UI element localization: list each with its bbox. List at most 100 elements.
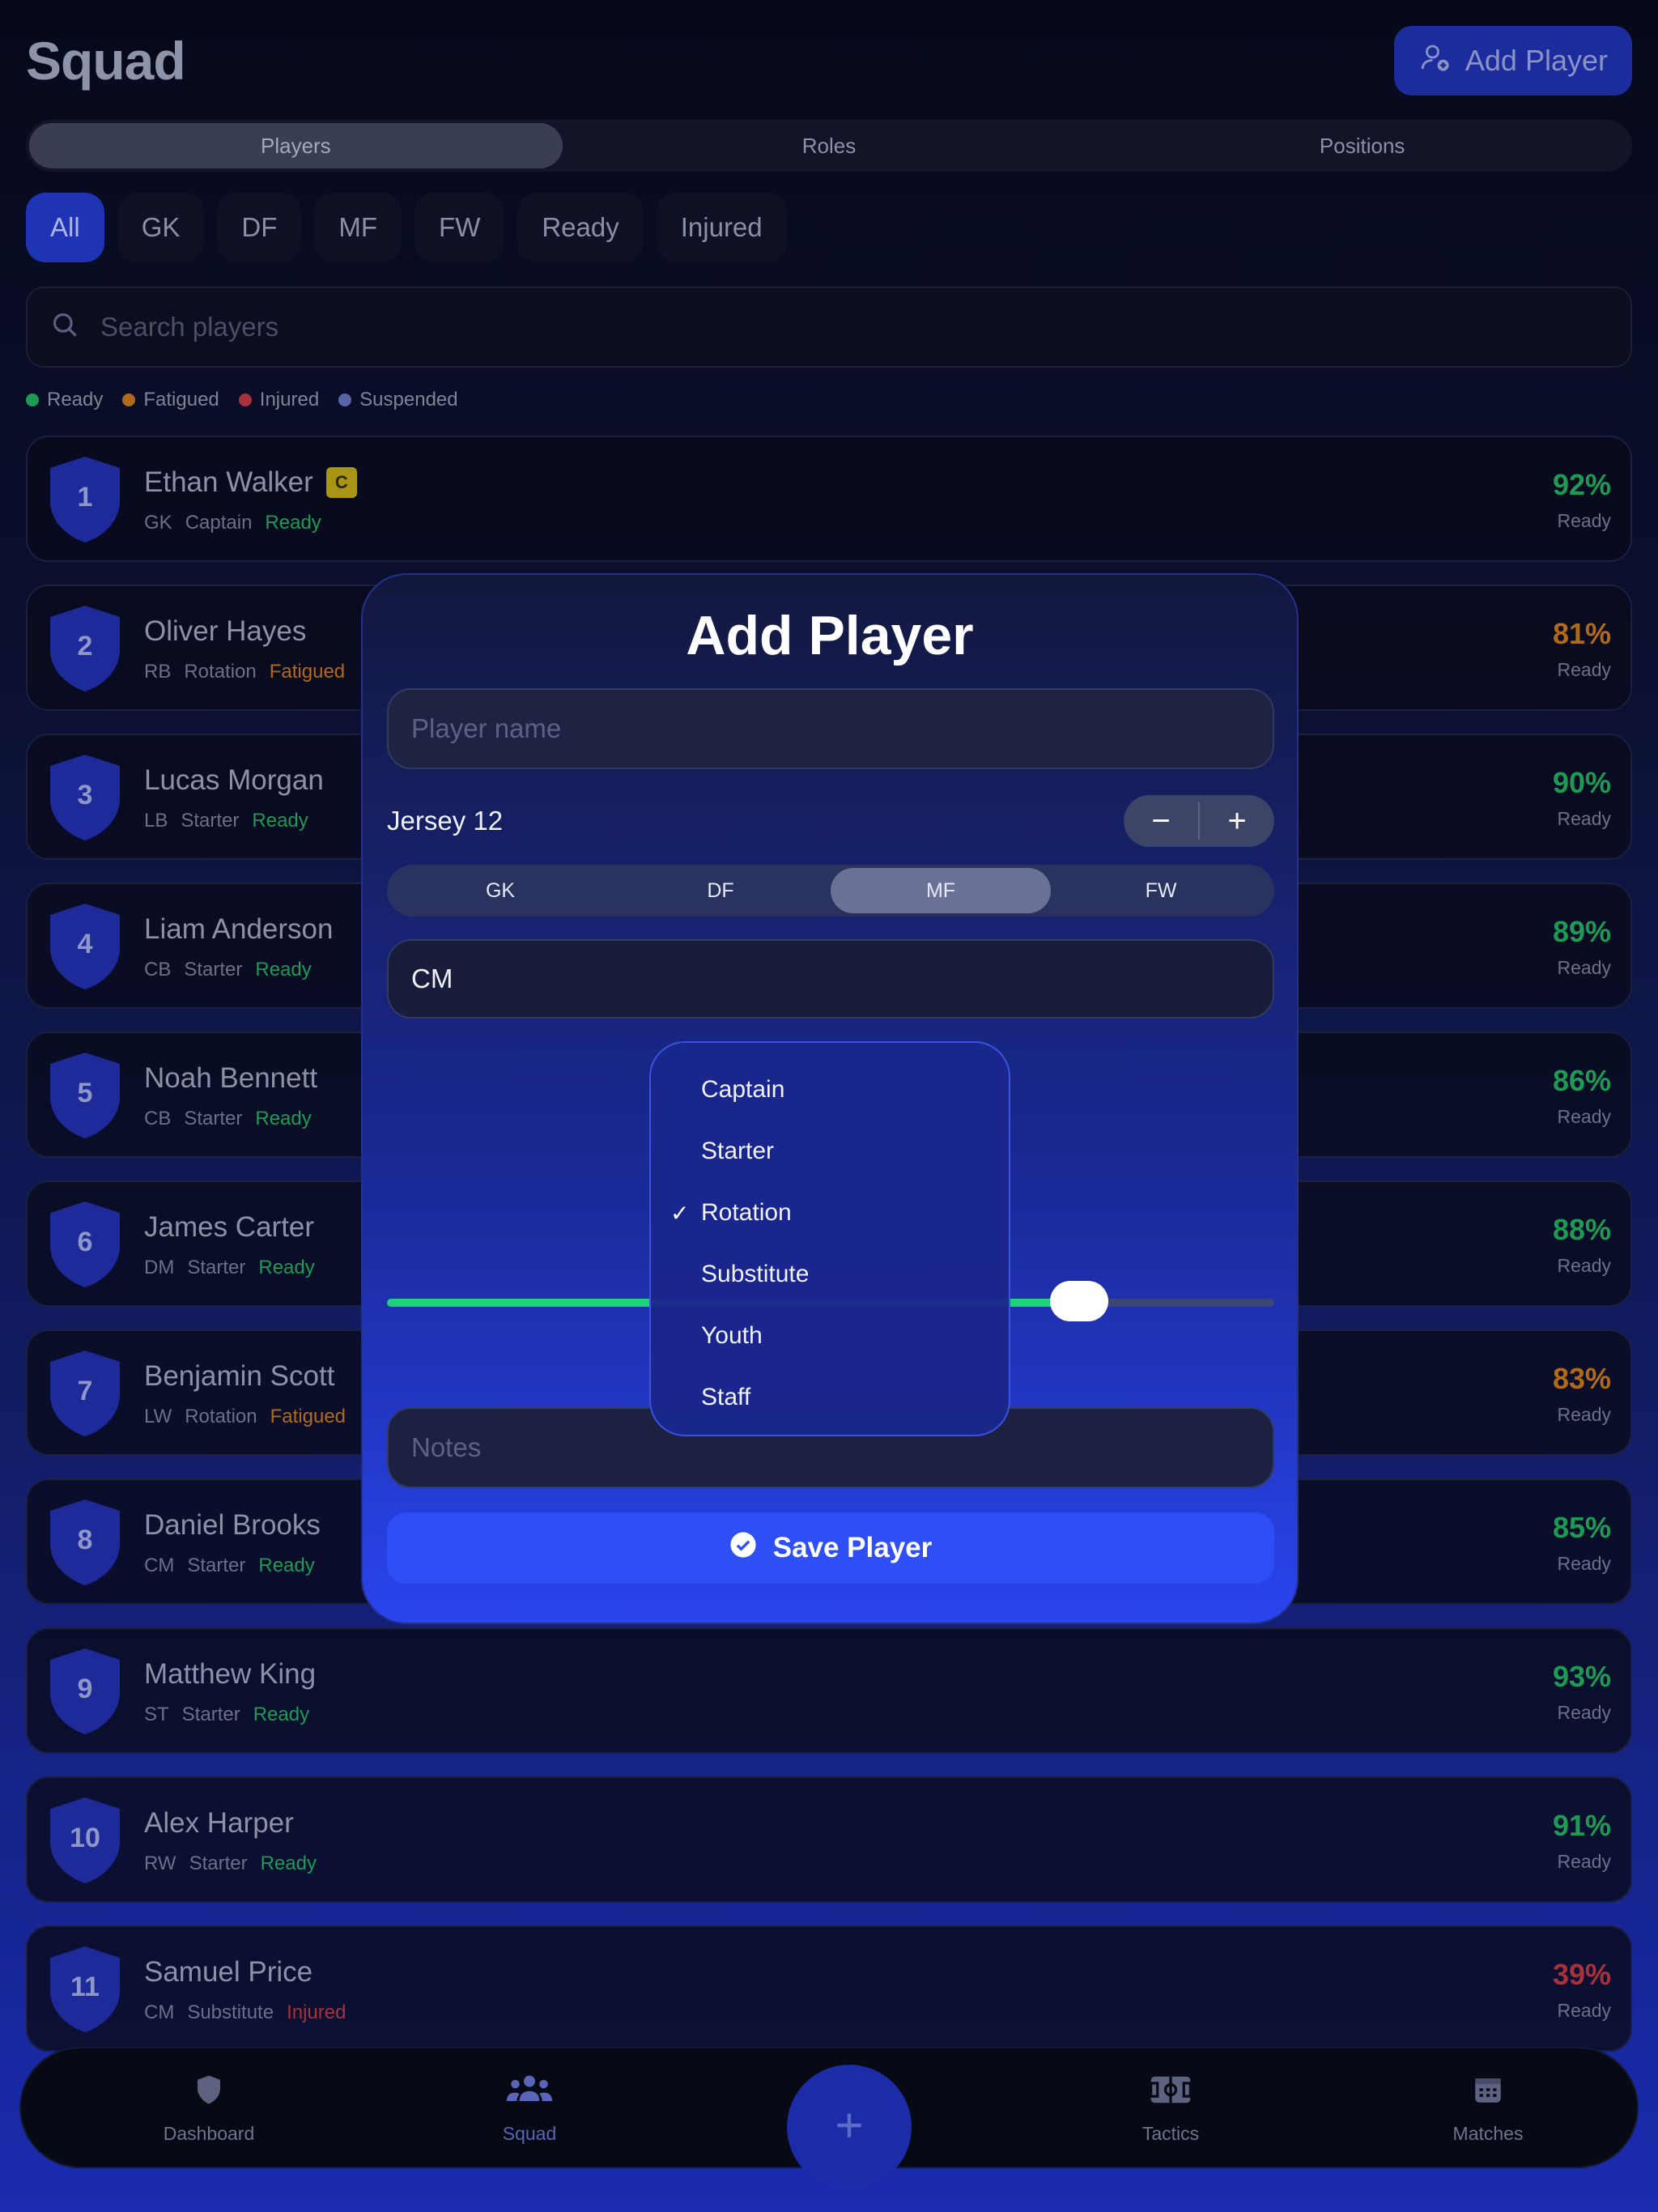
player-status: Fatigued xyxy=(270,1406,346,1427)
player-status: Ready xyxy=(255,1108,312,1129)
jersey-row: Jersey 12 − + xyxy=(387,795,1274,847)
header: Squad Add Player xyxy=(26,24,1632,97)
player-status: Ready xyxy=(258,1555,315,1576)
player-name: Samuel Price xyxy=(144,1956,312,1989)
role-option-youth[interactable]: Youth xyxy=(651,1305,1009,1367)
role-option-captain[interactable]: Captain xyxy=(651,1059,1009,1121)
jersey-shield-icon: 3 xyxy=(47,753,123,842)
jersey-number: 3 xyxy=(77,779,93,810)
position-gk[interactable]: GK xyxy=(390,868,610,913)
position-selector: GK DF MF FW xyxy=(387,865,1274,917)
bottom-nav: Dashboard Squad Tactics Matches xyxy=(19,2047,1639,2189)
fitness-label: Ready xyxy=(1557,1702,1611,1723)
player-position: ST xyxy=(144,1704,169,1725)
filter-fw[interactable]: FW xyxy=(414,193,505,262)
role-option-staff[interactable]: Staff xyxy=(651,1367,1009,1428)
legend-suspended: Suspended xyxy=(338,389,458,411)
filter-injured[interactable]: Injured xyxy=(656,193,787,262)
player-name-text: James Carter xyxy=(144,1211,315,1243)
tab-positions[interactable]: Positions xyxy=(1095,123,1629,168)
player-position: CM xyxy=(144,2001,175,2023)
shield-icon xyxy=(192,2073,226,2112)
decrement-button[interactable]: − xyxy=(1124,795,1198,847)
nav-tactics[interactable]: Tactics xyxy=(1090,2073,1252,2145)
player-meta: ST Starter Ready xyxy=(144,1704,309,1726)
player-position: CB xyxy=(144,959,172,981)
search-input[interactable]: Search players xyxy=(100,312,278,342)
filter-gk[interactable]: GK xyxy=(117,193,205,262)
player-name: James Carter xyxy=(144,1211,314,1244)
nav-squad[interactable]: Squad xyxy=(449,2073,610,2145)
player-name: Liam Anderson xyxy=(144,913,333,946)
player-role: Starter xyxy=(189,1853,248,1874)
player-status: Injured xyxy=(287,2001,346,2023)
role-option-rotation[interactable]: ✓ Rotation xyxy=(651,1182,1009,1244)
player-meta: RW Starter Ready xyxy=(144,1853,317,1875)
save-player-button[interactable]: Save Player xyxy=(387,1512,1274,1584)
plus-icon xyxy=(831,2108,867,2147)
player-card[interactable]: 9 Matthew King ST Starter Ready 93% Read… xyxy=(26,1627,1632,1754)
player-meta: DM Starter Ready xyxy=(144,1257,315,1279)
checkmark-icon: ✓ xyxy=(670,1200,690,1226)
add-player-button[interactable]: Add Player xyxy=(1393,26,1632,96)
role-option-label: Rotation xyxy=(701,1199,792,1226)
player-card[interactable]: 10 Alex Harper RW Starter Ready 91% Read… xyxy=(26,1776,1632,1903)
player-name-text: Daniel Brooks xyxy=(144,1509,321,1541)
jersey-shield-icon: 4 xyxy=(47,902,123,991)
filter-ready[interactable]: Ready xyxy=(517,193,644,262)
legend-label: Suspended xyxy=(359,389,458,410)
position-mf[interactable]: MF xyxy=(831,868,1051,913)
player-status: Ready xyxy=(252,810,308,832)
position-fw[interactable]: FW xyxy=(1051,868,1271,913)
filter-mf[interactable]: MF xyxy=(314,193,402,262)
jersey-shield-icon: 2 xyxy=(47,604,123,693)
player-name: Noah Bennett xyxy=(144,1062,317,1095)
player-meta: CB Starter Ready xyxy=(144,959,312,981)
filter-all[interactable]: All xyxy=(26,193,104,262)
slider-thumb[interactable] xyxy=(1049,1281,1108,1321)
player-name-text: Noah Bennett xyxy=(144,1062,318,1094)
player-status: Fatigued xyxy=(269,661,346,683)
fitness-percent: 93% xyxy=(1552,1660,1611,1693)
player-name-text: Lucas Morgan xyxy=(144,764,324,796)
player-meta: GK Captain Ready xyxy=(144,512,321,534)
position-df[interactable]: DF xyxy=(610,868,831,913)
player-status: Ready xyxy=(258,1257,315,1278)
tab-players[interactable]: Players xyxy=(29,123,563,168)
player-name-field[interactable]: Player name xyxy=(387,688,1274,769)
search-bar[interactable]: Search players xyxy=(26,287,1632,368)
player-status: Ready xyxy=(255,959,312,981)
player-role: Starter xyxy=(187,1257,246,1278)
fitness-percent: 39% xyxy=(1552,1958,1611,1991)
player-card[interactable]: 1 Ethan Walker C GK Captain Ready 92% Re… xyxy=(26,436,1632,562)
nav-dashboard[interactable]: Dashboard xyxy=(128,2073,290,2145)
modal-title: Add Player xyxy=(686,605,974,666)
calendar-icon xyxy=(1471,2073,1505,2112)
fitness-label: Ready xyxy=(1557,808,1611,829)
quick-add-button[interactable] xyxy=(787,2065,912,2189)
increment-button[interactable]: + xyxy=(1200,795,1274,847)
filter-df[interactable]: DF xyxy=(217,193,302,262)
player-role: Captain xyxy=(185,512,253,534)
player-position: RW xyxy=(144,1853,176,1874)
player-status: Ready xyxy=(260,1853,317,1874)
sub-position-field[interactable]: CM xyxy=(387,939,1274,1019)
player-name: Benjamin Scott xyxy=(144,1360,334,1393)
legend-fatigued: Fatigued xyxy=(122,389,219,411)
jersey-number: 9 xyxy=(77,1673,93,1704)
captain-badge: C xyxy=(325,467,357,498)
jersey-number: 11 xyxy=(70,1971,100,2002)
player-role: Rotation xyxy=(185,1406,257,1427)
tab-roles[interactable]: Roles xyxy=(563,123,1096,168)
player-position: CB xyxy=(144,1108,172,1129)
ready-dot-icon xyxy=(26,393,39,406)
player-name-text: Alex Harper xyxy=(144,1807,294,1839)
fitness-percent: 90% xyxy=(1552,766,1611,799)
jersey-stepper: − + xyxy=(1124,795,1274,847)
role-option-substitute[interactable]: Substitute xyxy=(651,1244,1009,1305)
jersey-shield-icon: 5 xyxy=(47,1051,123,1140)
player-card[interactable]: 11 Samuel Price CM Substitute Injured 39… xyxy=(26,1925,1632,2052)
nav-matches[interactable]: Matches xyxy=(1407,2073,1569,2145)
role-option-starter[interactable]: Starter xyxy=(651,1121,1009,1182)
jersey-number: 10 xyxy=(70,1822,100,1853)
